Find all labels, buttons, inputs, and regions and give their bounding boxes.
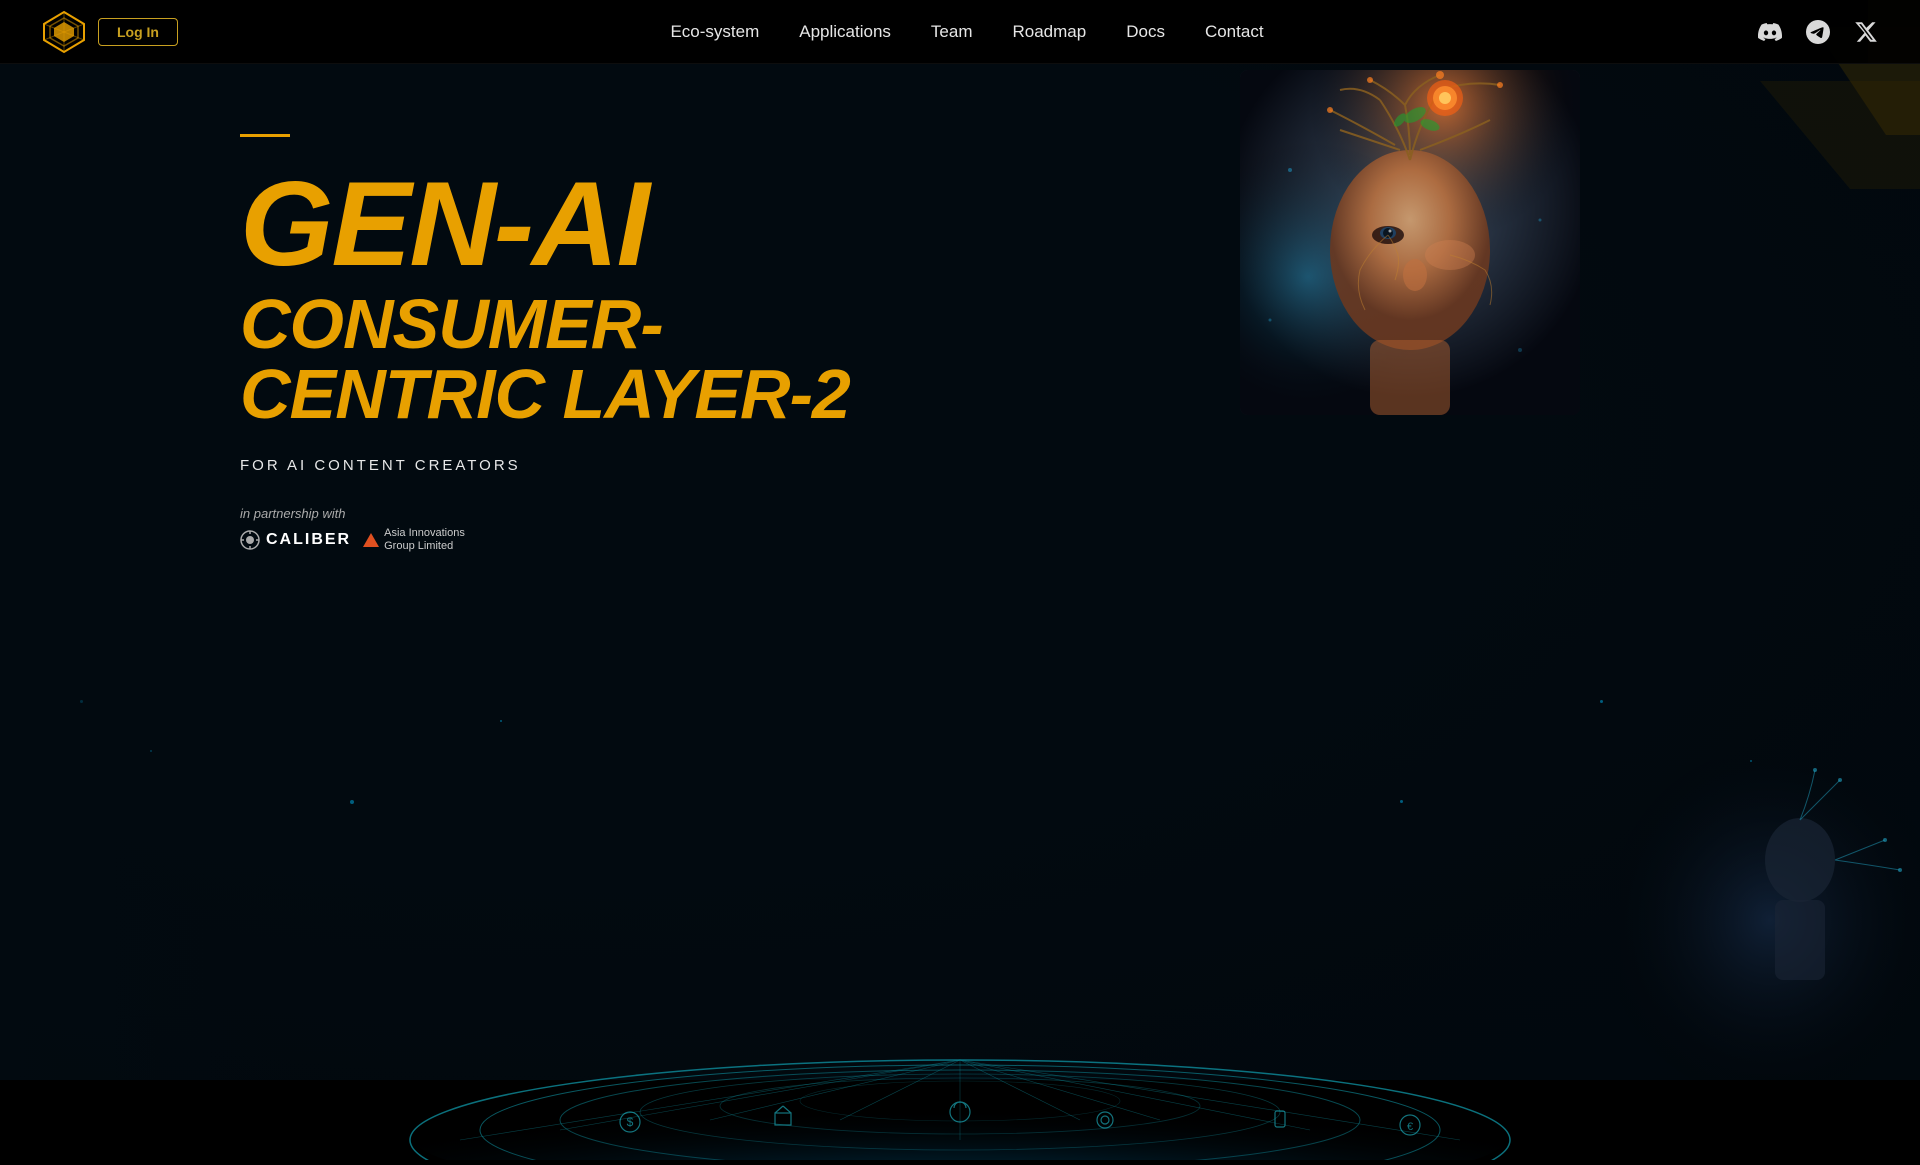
asia-text: Asia InnovationsGroup Limited <box>384 527 465 553</box>
partnership-section: in partnership with CALIBER <box>240 506 850 553</box>
hero-title-sub: CONSUMER- CENTRIC LAYER-2 <box>240 289 850 429</box>
asia-innovations-logo: Asia InnovationsGroup Limited <box>363 527 465 553</box>
nav-ecosystem[interactable]: Eco-system <box>670 22 759 42</box>
partnership-label: in partnership with <box>240 506 850 521</box>
hero-image-placeholder <box>1240 70 1580 415</box>
nav-links: Eco-system Applications Team Roadmap Doc… <box>670 22 1263 42</box>
nav-roadmap[interactable]: Roadmap <box>1013 22 1087 42</box>
nav-social <box>1756 18 1880 46</box>
hero-portrait-svg <box>1240 70 1580 415</box>
hero-section: GEN-AI CONSUMER- CENTRIC LAYER-2 FOR AI … <box>0 64 1920 1080</box>
logo-icon <box>40 8 88 56</box>
nav-left: Log In <box>40 8 178 56</box>
nav-docs[interactable]: Docs <box>1126 22 1165 42</box>
navbar: Log In Eco-system Applications Team Road… <box>0 0 1920 64</box>
caliber-logo: CALIBER <box>240 530 351 550</box>
login-button[interactable]: Log In <box>98 18 178 46</box>
nav-applications[interactable]: Applications <box>799 22 891 42</box>
svg-text:€: € <box>1407 1121 1413 1133</box>
nav-team[interactable]: Team <box>931 22 973 42</box>
hero-subtitle-line2: CENTRIC LAYER-2 <box>240 359 850 429</box>
logo: Log In <box>40 8 178 56</box>
hero-image <box>1240 70 1580 415</box>
caliber-text: CALIBER <box>266 531 351 549</box>
svg-text:$: $ <box>627 1115 634 1129</box>
hero-subtitle-line1: CONSUMER- <box>240 289 850 359</box>
nav-contact[interactable]: Contact <box>1205 22 1264 42</box>
hero-title-main: GEN-AI <box>240 167 850 281</box>
asia-triangle-icon <box>363 533 379 547</box>
hero-accent-line <box>240 134 290 137</box>
hero-tagline: FOR AI CONTENT CREATORS <box>240 457 850 474</box>
discord-icon[interactable] <box>1756 18 1784 46</box>
partnership-logos: CALIBER Asia InnovationsGroup Limited <box>240 527 850 553</box>
hero-text-block: GEN-AI CONSUMER- CENTRIC LAYER-2 FOR AI … <box>240 134 850 553</box>
telegram-icon[interactable] <box>1804 18 1832 46</box>
twitter-x-icon[interactable] <box>1852 18 1880 46</box>
caliber-icon <box>240 530 260 550</box>
